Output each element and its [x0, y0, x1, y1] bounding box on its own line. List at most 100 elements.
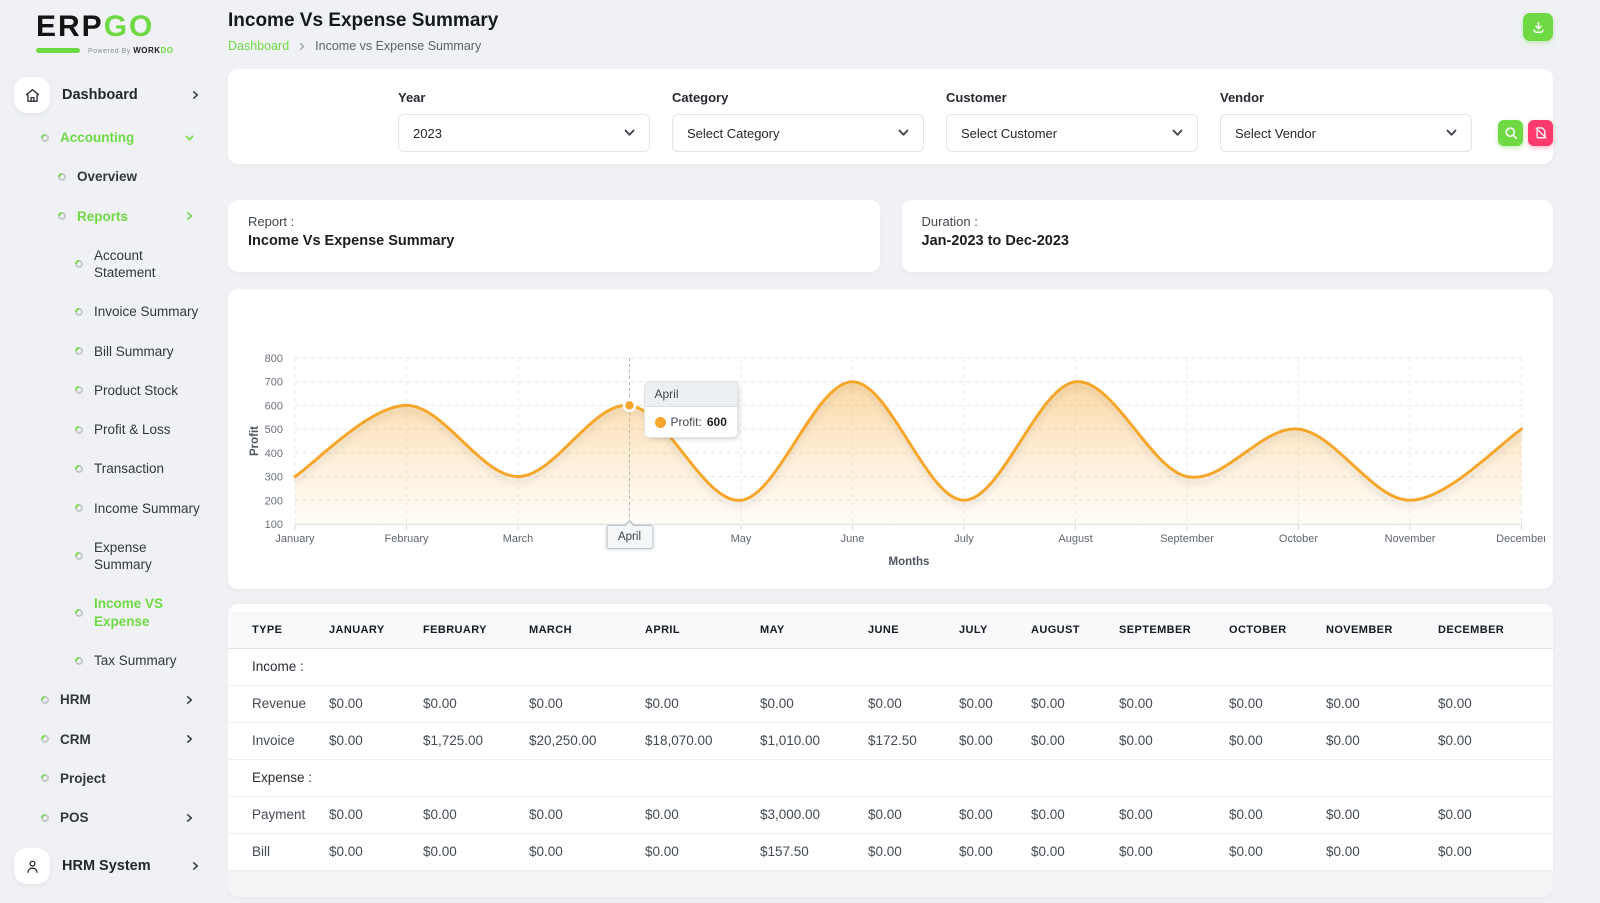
- chart-tooltip-series: Profit:: [671, 415, 702, 429]
- sidebar-item-profit-loss[interactable]: Profit & Loss: [14, 421, 228, 438]
- sidebar-item-project[interactable]: Project: [14, 770, 228, 787]
- amount-cell: $0.00: [645, 833, 760, 870]
- home-icon-circle: [14, 77, 50, 113]
- bullet-icon: [73, 503, 84, 514]
- bullet-icon: [39, 812, 50, 823]
- amount-cell: $0.00: [423, 685, 529, 722]
- amount-cell: $0.00: [1438, 722, 1553, 759]
- reset-filter-button[interactable]: [1528, 120, 1553, 146]
- bullet-icon: [56, 210, 67, 221]
- profit-area-chart[interactable]: 100200300400500600700800JanuaryFebruaryM…: [228, 301, 1553, 576]
- bullet-icon: [73, 385, 84, 396]
- amount-cell: $0.00: [1031, 833, 1119, 870]
- chart-tooltip: April Profit: 600: [644, 381, 738, 438]
- sidebar-item-invoice-summary[interactable]: Invoice Summary: [14, 303, 228, 320]
- vendor-select-value: Select Vendor: [1235, 126, 1316, 141]
- amount-cell: $0.00: [1326, 833, 1438, 870]
- sidebar-item-overview[interactable]: Overview: [14, 168, 228, 185]
- sidebar-item-product-stock[interactable]: Product Stock: [14, 382, 228, 399]
- bullet-icon: [39, 694, 50, 705]
- svg-text:June: June: [841, 533, 865, 545]
- amount-cell: $0.00: [1438, 796, 1553, 833]
- sidebar-item-label: Transaction: [94, 460, 164, 477]
- amount-cell: $0.00: [868, 796, 959, 833]
- year-select[interactable]: 2023: [398, 114, 650, 152]
- section-label: Income :: [228, 648, 329, 685]
- vendor-select[interactable]: Select Vendor: [1220, 114, 1472, 152]
- breadcrumb: Dashboard Income vs Expense Summary: [228, 39, 498, 53]
- table-section-row: Expense :: [228, 759, 1553, 796]
- sidebar-item-transaction[interactable]: Transaction: [14, 460, 228, 477]
- amount-cell: $0.00: [1438, 833, 1553, 870]
- sidebar-item-label: POS: [60, 809, 89, 826]
- sidebar-item-expense-summary[interactable]: Expense Summary: [14, 539, 228, 574]
- svg-text:February: February: [384, 533, 429, 545]
- customer-select[interactable]: Select Customer: [946, 114, 1198, 152]
- amount-cell: $0.00: [645, 796, 760, 833]
- amount-cell: $0.00: [529, 833, 645, 870]
- amount-cell: $0.00: [1119, 833, 1229, 870]
- sidebar-item-hrm[interactable]: HRM: [14, 691, 228, 708]
- amount-cell: $0.00: [1031, 722, 1119, 759]
- apply-filter-button[interactable]: [1498, 120, 1523, 146]
- svg-text:January: January: [275, 533, 315, 545]
- table-header-cell: DECEMBER: [1438, 612, 1553, 648]
- sidebar-item-account-statement[interactable]: Account Statement: [14, 247, 228, 282]
- report-card: Report : Income Vs Expense Summary: [228, 200, 880, 272]
- svg-text:Months: Months: [889, 556, 930, 568]
- table-header-cell: NOVEMBER: [1326, 612, 1438, 648]
- amount-cell: $0.00: [1326, 796, 1438, 833]
- download-button[interactable]: [1523, 13, 1553, 41]
- svg-text:300: 300: [265, 472, 283, 484]
- section-label: Expense :: [228, 759, 329, 796]
- app-logo[interactable]: ERPGO Powered By WORKDO: [14, 12, 228, 55]
- sidebar-item-hrm-system[interactable]: HRM System: [14, 848, 228, 884]
- bullet-icon: [39, 132, 50, 143]
- workdo-dark: WORK: [133, 46, 160, 55]
- sidebar-item-crm[interactable]: CRM: [14, 731, 228, 748]
- table-row-bill: Bill$0.00$0.00$0.00$0.00$157.50$0.00$0.0…: [228, 833, 1553, 870]
- year-label: Year: [398, 90, 650, 105]
- amount-cell: $0.00: [868, 833, 959, 870]
- table-row-invoice: Invoice$0.00$1,725.00$20,250.00$18,070.0…: [228, 722, 1553, 759]
- bullet-icon: [73, 655, 84, 666]
- category-select[interactable]: Select Category: [672, 114, 924, 152]
- customer-select-value: Select Customer: [961, 126, 1057, 141]
- search-icon: [1504, 126, 1518, 140]
- sidebar-item-label: Reports: [77, 208, 128, 225]
- page-title: Income Vs Expense Summary: [228, 10, 498, 32]
- amount-cell: $172.50: [868, 722, 959, 759]
- amount-cell: $0.00: [868, 685, 959, 722]
- sidebar-item-reports[interactable]: Reports: [14, 208, 228, 225]
- breadcrumb-dashboard-link[interactable]: Dashboard: [228, 39, 289, 53]
- table-header-cell: JUNE: [868, 612, 959, 648]
- sidebar-item-dashboard[interactable]: Dashboard: [14, 77, 228, 113]
- sidebar-item-income-vs-expense[interactable]: Income VS Expense: [14, 595, 228, 630]
- sidebar-item-label: HRM System: [62, 857, 151, 876]
- table-next-row-partial: [228, 870, 1553, 897]
- report-value: Income Vs Expense Summary: [248, 233, 860, 249]
- amount-cell: $0.00: [1031, 796, 1119, 833]
- amount-cell: $0.00: [423, 833, 529, 870]
- sidebar-item-income-summary[interactable]: Income Summary: [14, 500, 228, 517]
- sidebar-item-label: Expense Summary: [94, 539, 174, 574]
- amount-cell: $0.00: [1326, 685, 1438, 722]
- amount-cell: $3,000.00: [760, 796, 868, 833]
- svg-text:800: 800: [265, 353, 283, 365]
- sidebar-item-tax-summary[interactable]: Tax Summary: [14, 652, 228, 669]
- customer-label: Customer: [946, 90, 1198, 105]
- bullet-icon: [73, 306, 84, 317]
- svg-text:March: March: [503, 533, 534, 545]
- sidebar-item-pos[interactable]: POS: [14, 809, 228, 826]
- sidebar-item-label: Bill Summary: [94, 343, 174, 360]
- amount-cell: $0.00: [1031, 685, 1119, 722]
- sidebar-item-bill-summary[interactable]: Bill Summary: [14, 343, 228, 360]
- chevron-down-icon: [1172, 129, 1183, 137]
- svg-text:100: 100: [265, 519, 283, 531]
- sidebar-item-label: Product Stock: [94, 382, 178, 399]
- category-select-value: Select Category: [687, 126, 780, 141]
- chart-tooltip-value: 600: [707, 415, 727, 429]
- sidebar-item-accounting[interactable]: Accounting: [14, 129, 228, 146]
- home-icon: [24, 87, 41, 104]
- amount-cell: $0.00: [1229, 833, 1326, 870]
